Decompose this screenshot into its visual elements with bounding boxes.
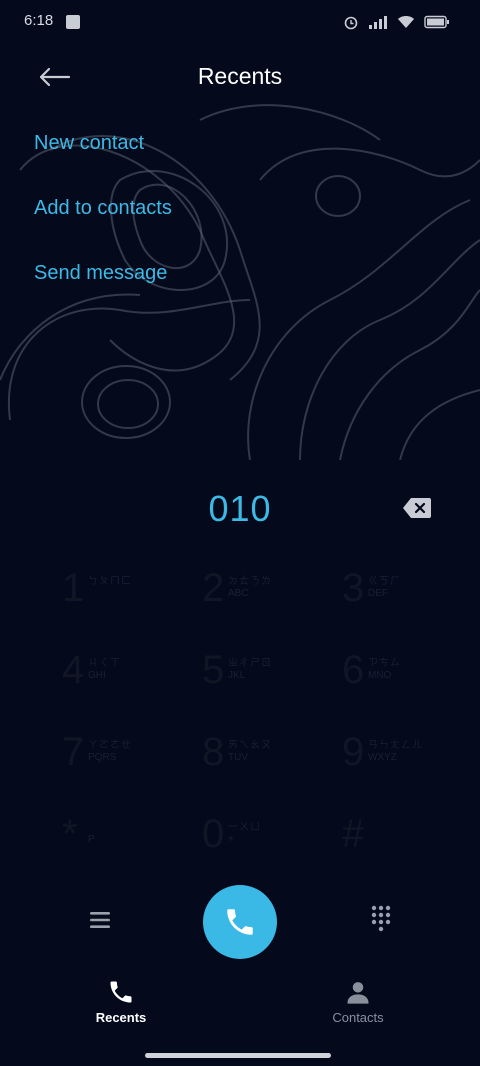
key-letters: TUV: [228, 752, 248, 763]
key-star[interactable]: * P: [62, 804, 202, 876]
key-digit: 3: [342, 566, 365, 610]
tab-label: Contacts: [332, 1010, 384, 1025]
key-1[interactable]: 1 ㄅㄆㄇㄈ: [62, 558, 202, 630]
key-letters: PQRS: [88, 752, 117, 763]
call-button[interactable]: [203, 885, 277, 959]
key-letters: ABC: [228, 588, 249, 599]
key-hash[interactable]: #: [342, 804, 480, 876]
backspace-icon: [403, 498, 431, 518]
home-indicator[interactable]: [145, 1053, 331, 1058]
key-6[interactable]: 6 ㄗㄘㄙ MNO: [342, 640, 480, 712]
person-icon: [347, 982, 369, 1004]
key-zhuyin: ㄗㄘㄙ: [368, 658, 401, 669]
key-4[interactable]: 4 ㄐㄑㄒ GHI: [62, 640, 202, 712]
new-contact-option[interactable]: New contact: [34, 132, 172, 197]
key-zhuyin: ㄓㄔㄕㄖ: [228, 658, 272, 669]
key-letters: P: [88, 834, 95, 845]
key-letters: WXYZ: [368, 752, 397, 763]
battery-icon: [424, 15, 450, 34]
wifi-icon: [397, 15, 415, 34]
key-digit: *: [62, 812, 78, 856]
backspace-button[interactable]: [402, 497, 432, 519]
key-letters: JKL: [228, 670, 246, 681]
status-icons: [343, 14, 450, 35]
key-letters: MNO: [368, 670, 392, 681]
send-message-option[interactable]: Send message: [34, 262, 172, 327]
key-digit: 5: [202, 648, 225, 692]
recent-actions-menu: New contact Add to contacts Send message: [34, 132, 172, 327]
tab-recents[interactable]: Recents: [61, 978, 181, 1034]
key-5[interactable]: 5 ㄓㄔㄕㄖ JKL: [202, 640, 342, 712]
tab-label: Recents: [95, 1010, 147, 1025]
key-zhuyin: 一ㄨㄩ: [228, 822, 261, 833]
key-letters: DEF: [368, 588, 388, 599]
key-zhuyin: ㄚㄛㄜㄝ: [88, 740, 132, 751]
key-letters: +: [228, 834, 234, 845]
more-options-button[interactable]: [86, 906, 114, 934]
key-3[interactable]: 3 ㄍㄎㄏ DEF: [342, 558, 480, 630]
key-digit: 0: [202, 812, 225, 856]
key-0[interactable]: 0 一ㄨㄩ +: [202, 804, 342, 876]
key-8[interactable]: 8 ㄞㄟㄠㄡ TUV: [202, 722, 342, 794]
key-2[interactable]: 2 ㄉㄊㄋㄌ ABC: [202, 558, 342, 630]
key-digit: #: [342, 812, 365, 856]
key-zhuyin: ㄅㄆㄇㄈ: [88, 576, 132, 587]
key-digit: 7: [62, 730, 85, 774]
key-digit: 2: [202, 566, 225, 610]
status-bar: 6:18: [0, 0, 480, 44]
status-time: 6:18: [24, 12, 54, 29]
key-zhuyin: ㄞㄟㄠㄡ: [228, 740, 272, 751]
add-to-contacts-option[interactable]: Add to contacts: [34, 197, 172, 262]
key-zhuyin: ㄢㄣㄤㄥㄦ: [368, 740, 423, 751]
hamburger-menu-icon: [90, 912, 110, 928]
alarm-icon: [343, 14, 359, 35]
key-digit: 9: [342, 730, 365, 774]
key-zhuyin: ㄍㄎㄏ: [368, 576, 401, 587]
page-title: Recents: [197, 63, 283, 89]
key-9[interactable]: 9 ㄢㄣㄤㄥㄦ WXYZ: [342, 722, 480, 794]
key-letters: GHI: [88, 670, 106, 681]
sim-card-icon: [66, 15, 80, 29]
key-digit: 4: [62, 648, 85, 692]
phone-icon: [227, 909, 253, 935]
key-digit: 8: [202, 730, 225, 774]
key-7[interactable]: 7 ㄚㄛㄜㄝ PQRS: [62, 722, 202, 794]
key-zhuyin: ㄉㄊㄋㄌ: [228, 576, 272, 587]
tab-contacts[interactable]: Contacts: [298, 978, 418, 1034]
key-digit: 6: [342, 648, 365, 692]
dialpad-icon: [371, 905, 391, 932]
key-zhuyin: ㄐㄑㄒ: [88, 658, 121, 669]
signal-icon: [368, 15, 388, 34]
dialpad-toggle-button[interactable]: [366, 903, 396, 933]
phone-icon: [110, 981, 132, 1003]
key-digit: 1: [62, 566, 85, 610]
